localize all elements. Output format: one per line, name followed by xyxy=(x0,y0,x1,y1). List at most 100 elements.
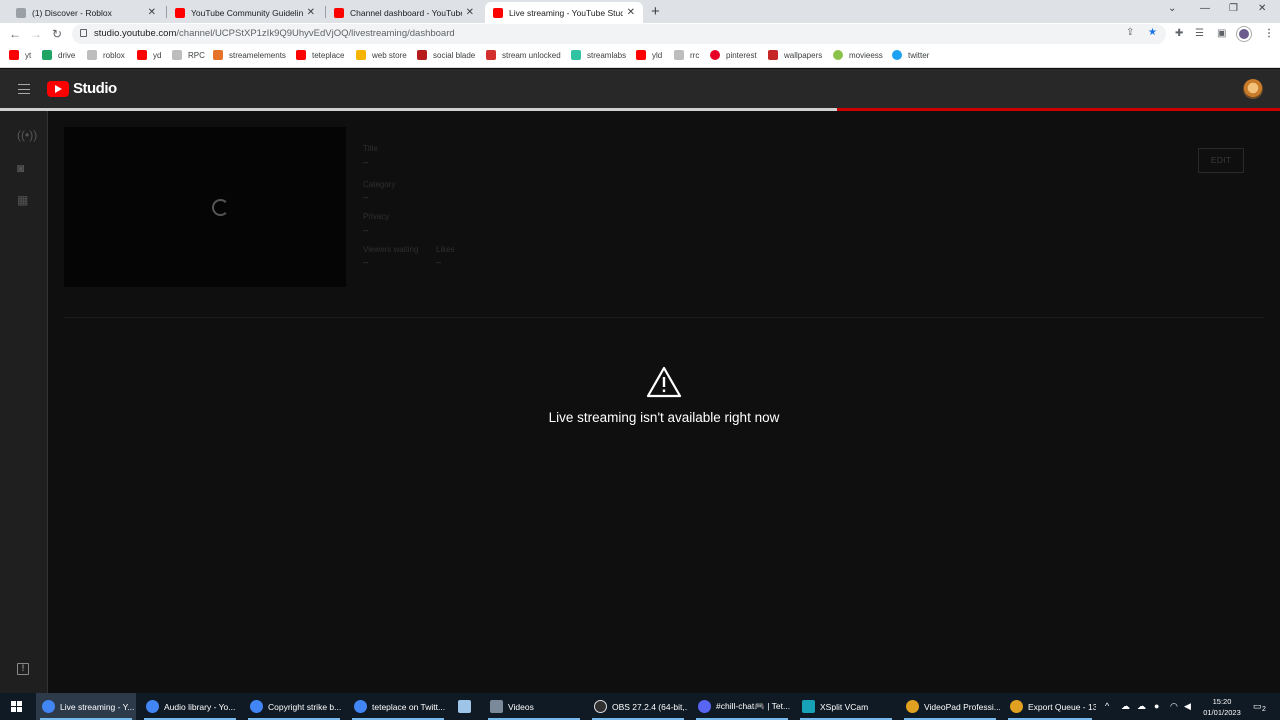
taskbar-item-xsplit-vcam[interactable]: XSplit VCam xyxy=(796,693,896,720)
close-tab-icon[interactable]: ✕ xyxy=(148,7,156,18)
bookmark-star-icon[interactable]: ★ xyxy=(1148,27,1157,38)
studio-brand[interactable]: Studio xyxy=(73,80,117,97)
taskbar-item-chrome-twitter[interactable]: teteplace on Twitt... xyxy=(348,693,448,720)
taskbar-item-videos[interactable]: Videos xyxy=(484,693,584,720)
pinterest-icon xyxy=(710,50,720,60)
globe-icon xyxy=(674,50,684,60)
restore-icon[interactable]: ❐ xyxy=(1229,3,1238,14)
roblox-icon xyxy=(87,50,97,60)
taskbar-item-chrome-copyright[interactable]: Copyright strike b... xyxy=(244,693,344,720)
tab-roblox[interactable]: (1) Discover - Roblox ✕ xyxy=(8,2,164,23)
taskbar-item-videopad[interactable]: VideoPad Professi... xyxy=(900,693,1000,720)
camera-icon[interactable]: ◙ xyxy=(17,161,24,175)
side-panel-icon[interactable]: ▣ xyxy=(1217,28,1226,39)
tab-community-guidelines[interactable]: YouTube Community Guidelines ✕ xyxy=(167,2,323,23)
kebab-menu-icon[interactable]: ⋮ xyxy=(1264,28,1274,39)
network-icon[interactable]: ◠ xyxy=(1170,701,1178,712)
youtube-studio-favicon-icon xyxy=(493,7,503,18)
youtube-favicon-icon xyxy=(175,7,185,18)
bookmark-yt[interactable]: yt xyxy=(9,50,31,60)
bookmark-yld[interactable]: yld xyxy=(636,50,662,60)
close-tab-icon[interactable]: ✕ xyxy=(627,7,635,18)
web-store-icon xyxy=(356,50,366,60)
bookmark-drive[interactable]: drive xyxy=(42,50,75,60)
bookmark-wallpapers[interactable]: wallpapers xyxy=(768,50,822,60)
taskbar-item-obs[interactable]: OBS 27.2.4 (64-bit,... xyxy=(588,693,688,720)
reading-list-icon[interactable]: ☰ xyxy=(1195,28,1204,39)
onedrive-cloud-icon[interactable]: ☁ xyxy=(1121,701,1130,712)
tab-channel-dashboard[interactable]: Channel dashboard - YouTube Studio ✕ xyxy=(326,2,482,23)
speaker-icon[interactable]: ◀ xyxy=(1184,701,1191,712)
tray-chevron-up-icon[interactable]: ^ xyxy=(1105,701,1109,711)
bookmark-roblox[interactable]: roblox xyxy=(87,50,125,60)
privacy-label: Privacy xyxy=(363,212,390,221)
youtube-logo-icon[interactable] xyxy=(47,81,69,97)
bookmark-twitter[interactable]: twitter xyxy=(892,50,929,60)
close-window-icon[interactable]: ✕ xyxy=(1258,3,1266,14)
bookmark-yd[interactable]: yd xyxy=(137,50,161,60)
bookmark-rrc[interactable]: rrc xyxy=(674,50,699,60)
hamburger-menu-icon[interactable] xyxy=(18,84,30,94)
windows-start-icon[interactable] xyxy=(11,701,22,712)
bookmark-social-blade[interactable]: social blade xyxy=(417,50,475,60)
forward-arrow-icon[interactable]: → xyxy=(30,27,42,41)
viewers-waiting-value: -- xyxy=(363,258,369,267)
profile-avatar[interactable] xyxy=(1237,27,1251,41)
youtube-icon xyxy=(296,50,306,60)
close-tab-icon[interactable]: ✕ xyxy=(466,7,474,18)
extensions-puzzle-icon[interactable]: ✚ xyxy=(1175,28,1183,39)
bookmark-teteplace[interactable]: teteplace xyxy=(296,50,344,60)
feedback-icon[interactable]: ! xyxy=(17,663,29,675)
microphone-icon[interactable]: ● xyxy=(1154,701,1159,711)
obs-icon xyxy=(594,700,607,713)
bookmark-streamlabs[interactable]: streamlabs xyxy=(571,50,626,60)
bookmark-web-store[interactable]: web store xyxy=(356,50,407,60)
new-tab-button[interactable]: + xyxy=(651,3,660,20)
account-avatar[interactable] xyxy=(1243,79,1263,99)
bookmark-streamelements[interactable]: streamelements xyxy=(213,50,286,60)
bookmark-pinterest[interactable]: pinterest xyxy=(710,50,757,60)
notification-center-icon[interactable]: ▭ xyxy=(1253,701,1262,712)
bookmark-rpc[interactable]: RPC xyxy=(172,50,205,60)
taskbar-item-chrome-live-streaming[interactable]: Live streaming - Y... xyxy=(36,693,136,720)
share-icon[interactable]: ⇪ xyxy=(1126,27,1134,38)
bookmark-movieess[interactable]: movieess xyxy=(833,50,883,60)
edit-button[interactable]: EDIT xyxy=(1198,148,1244,173)
onedrive-cloud-icon[interactable]: ☁ xyxy=(1137,701,1146,712)
warning-triangle-icon xyxy=(646,366,682,398)
youtube-icon xyxy=(9,50,19,60)
lock-icon xyxy=(80,29,87,37)
videopad-icon xyxy=(906,700,919,713)
loading-spinner-icon xyxy=(212,199,229,216)
tab-search-icon[interactable]: ⌄ xyxy=(1168,3,1176,14)
taskbar-item-discord[interactable]: #chill-chat🎮 | Tet... xyxy=(692,693,792,720)
minimize-icon[interactable]: — xyxy=(1200,3,1210,14)
close-tab-icon[interactable]: ✕ xyxy=(307,7,315,18)
back-arrow-icon[interactable]: ← xyxy=(9,27,21,41)
reload-icon[interactable]: ↻ xyxy=(52,27,62,41)
privacy-value: -- xyxy=(363,226,369,235)
calendar-icon[interactable]: ▦ xyxy=(17,193,28,207)
bookmarks-bar: yt drive roblox yd RPC streamelements te… xyxy=(0,45,1280,68)
tab-live-streaming[interactable]: Live streaming - YouTube Studio ✕ xyxy=(485,2,643,23)
category-label: Category xyxy=(363,180,396,189)
youtube-icon xyxy=(137,50,147,60)
bookmark-stream-unlocked[interactable]: stream unlocked xyxy=(486,50,561,60)
studio-sidebar: ((•)) ◙ ▦ xyxy=(0,111,48,693)
taskbar-item-notepad[interactable] xyxy=(452,693,480,720)
url-text[interactable]: studio.youtube.com/channel/UCPStXP1zIk9Q… xyxy=(94,28,455,39)
stream-unlocked-icon xyxy=(486,50,496,60)
chrome-icon xyxy=(250,700,263,713)
title-value: -- xyxy=(363,158,369,167)
stream-preview xyxy=(64,127,346,287)
taskbar-item-chrome-audio-library[interactable]: Audio library - Yo... xyxy=(140,693,240,720)
streamlabs-icon xyxy=(571,50,581,60)
studio-header: Studio xyxy=(0,69,1280,109)
system-clock[interactable]: 15:20 01/01/2023 xyxy=(1200,696,1244,718)
live-broadcast-icon[interactable]: ((•)) xyxy=(17,128,37,142)
title-label: Title xyxy=(363,144,378,153)
taskbar-item-export-queue[interactable]: Export Queue - 13... xyxy=(1004,693,1096,720)
globe-icon xyxy=(172,50,182,60)
videos-folder-icon xyxy=(490,700,503,713)
url-bar[interactable]: studio.youtube.com/channel/UCPStXP1zIk9Q… xyxy=(72,24,1166,44)
